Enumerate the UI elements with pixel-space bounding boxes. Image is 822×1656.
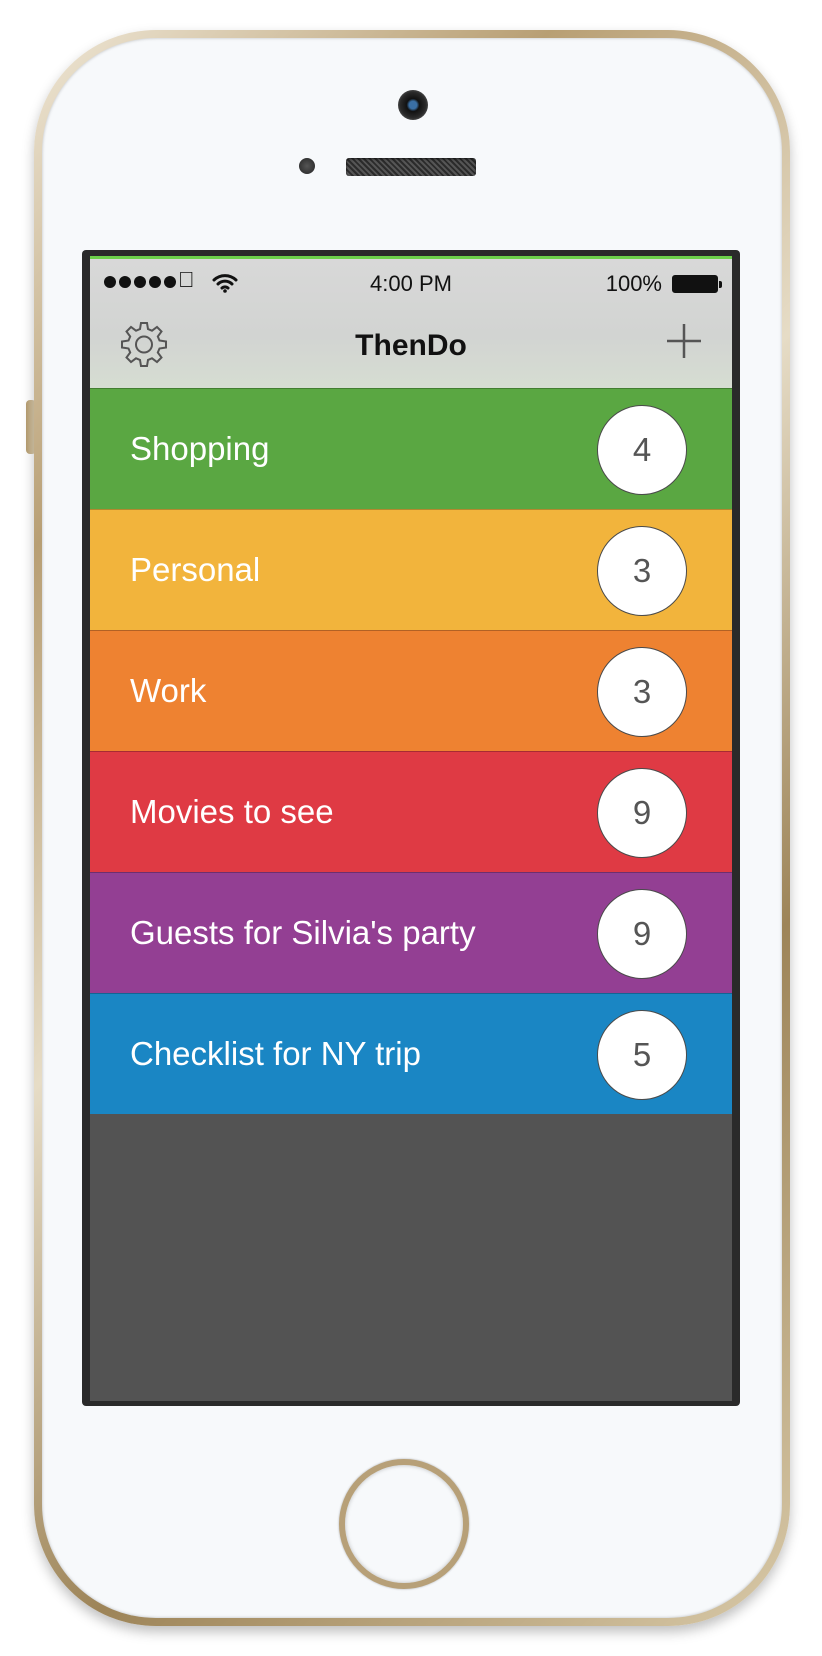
plus-icon: [667, 324, 701, 358]
count-badge: 5: [597, 1010, 687, 1100]
list-item-label: Shopping: [130, 430, 270, 467]
count-badge: 3: [597, 647, 687, 737]
proximity-sensor-icon: [299, 158, 315, 174]
list-item-label: Personal: [130, 551, 261, 588]
list-item-personal[interactable]: Personal 3: [90, 509, 732, 630]
home-button[interactable]: [339, 1459, 469, 1589]
app-screen:  4:00 PM 100% ThenDo: [90, 256, 732, 1401]
list-item-label: Movies to see: [130, 793, 334, 830]
lists-container: Shopping 4 Personal 3 Work 3 Movies to s…: [90, 388, 732, 1114]
list-item-label: Guests for Silvia's party: [130, 914, 476, 951]
page-title: ThenDo: [355, 329, 467, 362]
add-list-button[interactable]: [664, 321, 704, 361]
battery-icon: [672, 275, 722, 293]
earpiece-speaker-icon: [346, 158, 476, 176]
count-badge: 9: [597, 889, 687, 979]
list-item-work[interactable]: Work 3: [90, 630, 732, 751]
count-badge: 9: [597, 768, 687, 858]
list-item-ny-trip[interactable]: Checklist for NY trip 5: [90, 993, 732, 1114]
list-item-guests[interactable]: Guests for Silvia's party 9: [90, 872, 732, 993]
list-item-label: Work: [130, 672, 207, 709]
list-item-label: Checklist for NY trip: [130, 1035, 421, 1072]
list-item-movies[interactable]: Movies to see 9: [90, 751, 732, 872]
status-bar:  4:00 PM 100%: [90, 259, 732, 307]
count-badge: 3: [597, 526, 687, 616]
count-badge: 4: [597, 405, 687, 495]
front-camera-icon: [398, 90, 428, 120]
battery-percentage: 100%: [605, 271, 662, 296]
app-header:  4:00 PM 100% ThenDo: [90, 259, 732, 388]
list-item-shopping[interactable]: Shopping 4: [90, 388, 732, 509]
